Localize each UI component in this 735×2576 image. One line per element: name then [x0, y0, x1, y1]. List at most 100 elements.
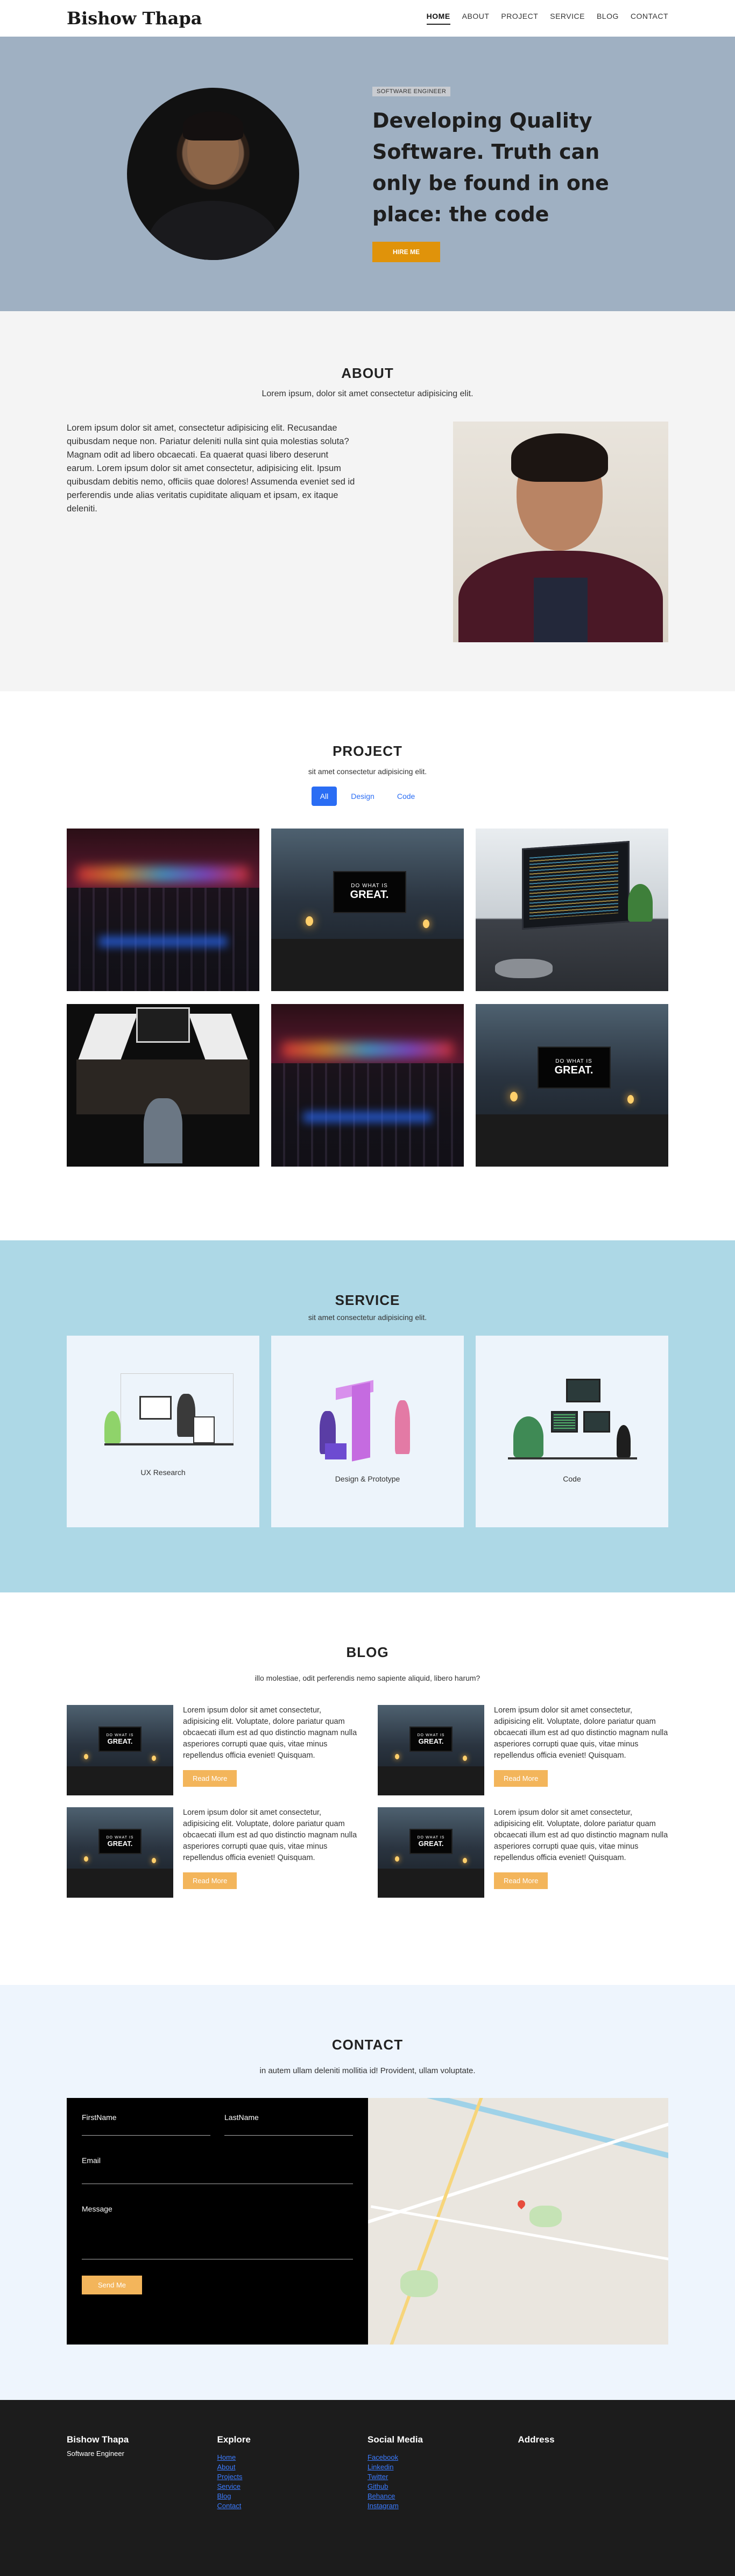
message-label: Message: [82, 2205, 112, 2213]
service-card-label: Design & Prototype: [335, 1475, 400, 1483]
blog-image[interactable]: DO WHAT IS GREAT.: [378, 1807, 484, 1898]
footer-explore-column: Explore Home About Projects Service Blog…: [217, 2434, 368, 2576]
read-more-button[interactable]: Read More: [494, 1872, 548, 1889]
screen-text-small: DO WHAT IS: [106, 1835, 134, 1840]
last-name-field[interactable]: LastName: [224, 2113, 353, 2136]
footer-link-behance[interactable]: Behance: [367, 2491, 518, 2501]
service-subtitle: sit amet consectetur adipisicing elit.: [308, 1313, 427, 1322]
desk: [378, 1766, 484, 1795]
keyboard-light: [303, 1112, 432, 1122]
blog-post: DO WHAT IS GREAT. Lorem ipsum dolor sit a…: [378, 1705, 668, 1795]
location-map[interactable]: [368, 2098, 668, 2345]
nav-links: HOME ABOUT PROJECT SERVICE BLOG CONTACT: [426, 12, 668, 25]
person-illustration: [395, 1400, 410, 1454]
nav-link-project[interactable]: PROJECT: [501, 12, 538, 25]
screen-text-big: GREAT.: [107, 1839, 133, 1848]
blog-image[interactable]: DO WHAT IS GREAT.: [378, 1705, 484, 1795]
lamp: [510, 1092, 518, 1102]
contact-box: FirstName LastName Email Message Send Me: [67, 2098, 668, 2345]
project-laptop-image[interactable]: [476, 829, 668, 991]
person: [144, 1098, 182, 1163]
nav-link-service[interactable]: SERVICE: [550, 12, 585, 25]
hero-headline: Developing Quality Software. Truth can o…: [372, 108, 609, 226]
service-card-label: UX Research: [140, 1468, 186, 1477]
footer-link-instagram[interactable]: Instagram: [367, 2501, 518, 2511]
monitor-screen: DO WHAT IS GREAT.: [409, 1829, 453, 1855]
footer-link-service[interactable]: Service: [217, 2482, 368, 2491]
code-lines: [554, 1414, 575, 1429]
email-label: Email: [82, 2156, 101, 2165]
letter-shape: [352, 1382, 370, 1462]
nav-link-about[interactable]: ABOUT: [462, 12, 490, 25]
nav-link-blog[interactable]: BLOG: [597, 12, 619, 25]
map-park: [400, 2270, 438, 2297]
lamp: [463, 1858, 468, 1864]
blog-subtitle: illo molestiae, odit perferendis nemo sa…: [255, 1674, 480, 1682]
footer-brand-column: Bishow Thapa Software Engineer: [67, 2434, 217, 2576]
nav-link-home[interactable]: HOME: [426, 12, 450, 25]
email-field[interactable]: Email: [82, 2156, 353, 2184]
service-card-design-prototype[interactable]: Design & Prototype: [271, 1336, 464, 1527]
lamp: [152, 1756, 157, 1761]
footer-explore-links: Home About Projects Service Blog Contact: [217, 2453, 368, 2511]
footer-link-twitter[interactable]: Twitter: [367, 2472, 518, 2482]
send-button[interactable]: Send Me: [82, 2276, 143, 2294]
service-card-code[interactable]: Code: [476, 1336, 668, 1527]
footer-link-facebook[interactable]: Facebook: [367, 2453, 518, 2462]
blog-excerpt: Lorem ipsum dolor sit amet consectetur, …: [183, 1808, 357, 1862]
lamp: [627, 1095, 634, 1104]
read-more-button[interactable]: Read More: [183, 1770, 237, 1787]
footer-link-projects[interactable]: Projects: [217, 2472, 368, 2482]
first-name-input[interactable]: [82, 2122, 210, 2136]
project-great-monitor-image[interactable]: DO WHAT IS GREAT.: [271, 829, 464, 991]
message-input[interactable]: [82, 2213, 353, 2259]
about-row: Lorem ipsum dolor sit amet, consectetur …: [0, 422, 735, 642]
blog-post: DO WHAT IS GREAT. Lorem ipsum dolor sit a…: [67, 1807, 357, 1898]
name-row: FirstName LastName: [82, 2113, 353, 2136]
lamp: [394, 1856, 399, 1862]
lamp: [83, 1856, 88, 1862]
filter-all[interactable]: All: [311, 787, 337, 806]
footer-social-column: Social Media Facebook Linkedin Twitter G…: [367, 2434, 518, 2576]
project-workstation-image[interactable]: [67, 1004, 259, 1167]
footer-link-linkedin[interactable]: Linkedin: [367, 2462, 518, 2472]
footer-explore-title: Explore: [217, 2434, 251, 2445]
hero-section: SOFTWARE ENGINEER Developing Quality Sof…: [0, 37, 735, 311]
screen-text-small: DO WHAT IS: [555, 1058, 592, 1064]
monitor-screen: DO WHAT IS GREAT.: [409, 1726, 453, 1752]
mouse: [494, 958, 553, 978]
footer-link-github[interactable]: Github: [367, 2482, 518, 2491]
first-name-field[interactable]: FirstName: [82, 2113, 210, 2136]
nav-link-contact[interactable]: CONTACT: [631, 12, 668, 25]
monitor-illustration: [566, 1379, 600, 1402]
brand-logo[interactable]: Bishow Thapa: [67, 8, 202, 29]
blog-section: BLOG illo molestiae, odit perferendis ne…: [0, 1592, 735, 1985]
footer-link-contact[interactable]: Contact: [217, 2501, 368, 2511]
filter-design[interactable]: Design: [342, 787, 383, 806]
email-input[interactable]: [82, 2165, 353, 2184]
project-keyboard-image[interactable]: [67, 829, 259, 991]
lamp: [306, 916, 314, 926]
desk: [378, 1869, 484, 1898]
filter-code[interactable]: Code: [388, 787, 423, 806]
screen-text-small: DO WHAT IS: [417, 1835, 445, 1840]
hire-me-button[interactable]: HIRE ME: [372, 241, 441, 262]
right-light: [188, 1014, 249, 1063]
service-cards: UX Research Design & Prototype Code: [0, 1336, 735, 1527]
contact-subtitle: in autem ullam deleniti mollitia id! Pro…: [259, 2066, 476, 2075]
service-card-ux-research[interactable]: UX Research: [67, 1336, 259, 1527]
footer-link-home[interactable]: Home: [217, 2453, 368, 2462]
project-great-monitor-image[interactable]: DO WHAT IS GREAT.: [476, 1004, 668, 1167]
map-road: [385, 2098, 484, 2345]
blog-image[interactable]: DO WHAT IS GREAT.: [67, 1705, 173, 1795]
footer-link-about[interactable]: About: [217, 2462, 368, 2472]
footer-link-blog[interactable]: Blog: [217, 2491, 368, 2501]
main-monitor: [136, 1007, 190, 1043]
project-keyboard-image[interactable]: [271, 1004, 464, 1167]
message-field[interactable]: Message: [82, 2205, 353, 2259]
read-more-button[interactable]: Read More: [494, 1770, 548, 1787]
read-more-button[interactable]: Read More: [183, 1872, 237, 1889]
blog-image[interactable]: DO WHAT IS GREAT.: [67, 1807, 173, 1898]
last-name-input[interactable]: [224, 2122, 353, 2136]
monitor-screen: DO WHAT IS GREAT.: [537, 1046, 611, 1089]
